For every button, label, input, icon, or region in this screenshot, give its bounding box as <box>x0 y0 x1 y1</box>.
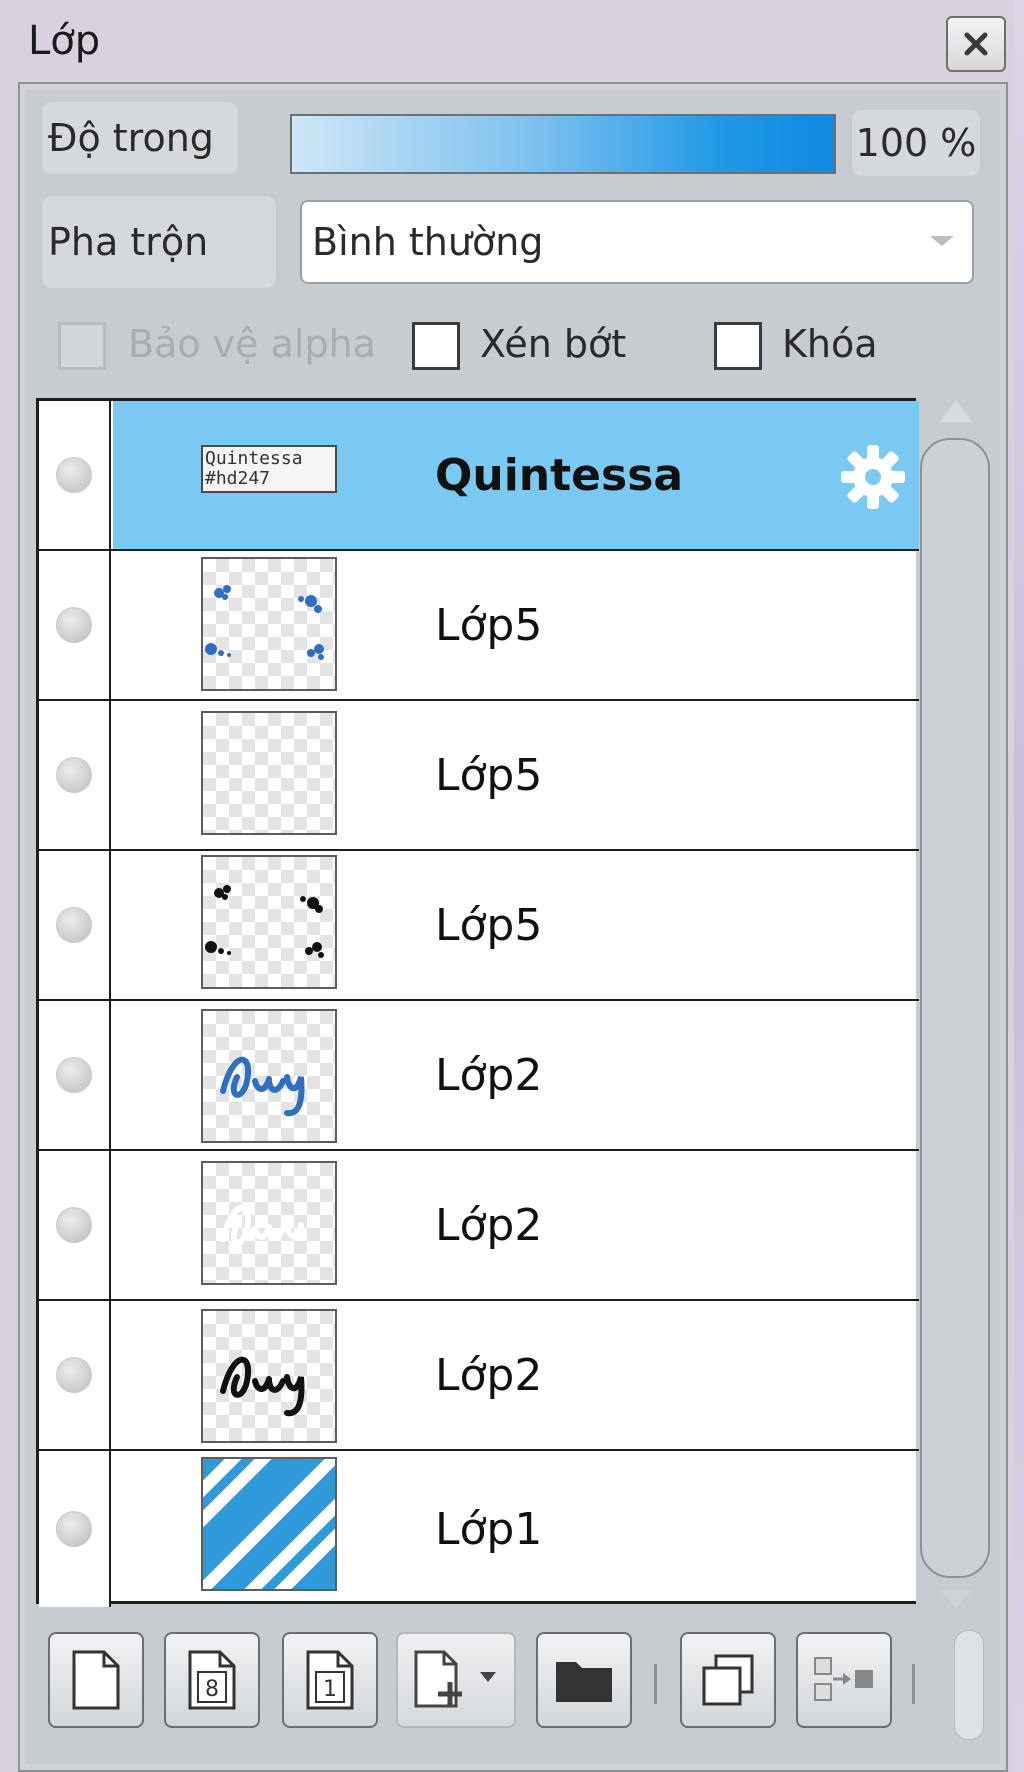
layer-window: Lớp Độ trong 100 % Pha trộn Bình thường … <box>0 0 1014 1772</box>
layer-name: Lớp1 <box>435 1503 543 1555</box>
new-1bit-layer-button[interactable]: 1 <box>282 1632 378 1728</box>
blend-label: Pha trộn <box>42 196 276 288</box>
visibility-dot-icon <box>56 457 92 493</box>
badge-1-text: 1 <box>323 1677 337 1702</box>
toolbar-separator <box>912 1664 915 1704</box>
blend-mode-value: Bình thường <box>312 220 544 264</box>
lock-label: Khóa <box>782 322 878 366</box>
merge-layer-button[interactable] <box>796 1632 892 1728</box>
layer-row[interactable]: Lớp5 <box>39 551 919 701</box>
window-title: Lớp <box>28 18 101 64</box>
layer-name: Lớp5 <box>435 899 543 951</box>
visibility-dot-icon <box>56 1057 92 1093</box>
scroll-up-arrow[interactable] <box>940 400 972 422</box>
alpha-protect-label: Bảo vệ alpha <box>128 322 376 366</box>
opacity-slider[interactable] <box>290 114 836 174</box>
close-button[interactable] <box>946 16 1006 72</box>
folder-icon <box>556 1662 612 1702</box>
scrollbar-thumb[interactable] <box>920 438 990 1578</box>
opacity-label: Độ trong <box>42 102 238 174</box>
new-layer-button[interactable] <box>48 1632 144 1728</box>
scroll-down-arrow[interactable] <box>940 1590 972 1608</box>
layer-thumbnail: Quintessa #hd247 <box>201 445 337 493</box>
clipping-checkbox[interactable] <box>412 322 460 370</box>
layer-thumbnail <box>201 711 337 835</box>
new-1bit-layer-icon: 1 <box>306 1650 354 1710</box>
visibility-toggle[interactable] <box>39 851 111 999</box>
visibility-dot-icon <box>56 1511 92 1547</box>
layer-thumbnail <box>201 1161 337 1285</box>
visibility-toggle[interactable] <box>39 1151 111 1299</box>
white-script-image <box>220 1204 304 1246</box>
visibility-toggle[interactable] <box>39 551 111 699</box>
badge-8-text: 8 <box>205 1677 219 1702</box>
toolbar-separator <box>654 1664 657 1704</box>
layer-row[interactable]: Lớp5 <box>39 851 919 1001</box>
visibility-toggle[interactable] <box>39 401 111 549</box>
visibility-dot-icon <box>56 1357 92 1393</box>
new-8bit-layer-icon: 8 <box>188 1650 236 1710</box>
visibility-toggle[interactable] <box>39 1001 111 1149</box>
visibility-toggle[interactable] <box>39 1451 111 1607</box>
toolbar-scroll-handle[interactable] <box>954 1630 984 1740</box>
layer-thumbnail <box>201 1457 337 1591</box>
new-layer-icon <box>72 1650 120 1710</box>
new-folder-button[interactable] <box>536 1632 632 1728</box>
opacity-value[interactable]: 100 % <box>852 110 980 176</box>
layer-name: Lớp2 <box>435 1199 543 1251</box>
merge-layer-icon <box>814 1657 873 1701</box>
layer-row[interactable]: Lớp2 <box>39 1301 919 1451</box>
layer-thumbnail <box>201 1009 337 1143</box>
layer-row[interactable]: Lớp5 <box>39 701 919 851</box>
duplicate-layer-icon <box>702 1654 754 1706</box>
layer-thumbnail <box>201 1309 337 1443</box>
blend-mode-select[interactable]: Bình thường <box>300 200 974 284</box>
layer-list: Quintessa #hd247 Quintessa Lớp5 Lớp5 Lớp… <box>36 398 919 1607</box>
new-8bit-layer-button[interactable]: 8 <box>164 1632 260 1728</box>
layer-name: Quintessa <box>435 449 684 501</box>
visibility-toggle[interactable] <box>39 1301 111 1449</box>
visibility-dot-icon <box>56 907 92 943</box>
lock-checkbox[interactable] <box>714 322 762 370</box>
layer-row[interactable]: Lớp2 <box>39 1151 919 1301</box>
layer-name: Lớp2 <box>435 1349 543 1401</box>
thumb-text-line-1: Quintessa <box>205 448 303 469</box>
layer-name: Lớp5 <box>435 599 543 651</box>
clipping-label: Xén bớt <box>480 322 627 366</box>
layer-row[interactable]: Lớp2 <box>39 1001 919 1151</box>
add-layer-dropdown-button[interactable] <box>396 1632 516 1728</box>
chevron-down-icon <box>930 236 954 246</box>
alpha-protect-checkbox[interactable] <box>58 322 106 370</box>
layer-thumbnail <box>201 557 337 691</box>
thumb-text-line-2: #hd247 <box>205 468 271 489</box>
black-dots-image <box>205 885 324 958</box>
layer-thumbnail <box>201 855 337 989</box>
duplicate-layer-button[interactable] <box>680 1632 776 1728</box>
blue-stripes-image <box>203 1459 335 1589</box>
visibility-toggle[interactable] <box>39 701 111 849</box>
visibility-dot-icon <box>56 607 92 643</box>
blue-dots-image <box>205 585 324 660</box>
visibility-dot-icon <box>56 757 92 793</box>
layer-row[interactable]: Quintessa #hd247 Quintessa <box>39 401 919 551</box>
layer-row[interactable]: Lớp1 <box>39 1451 919 1607</box>
add-layer-dropdown-icon <box>414 1650 496 1708</box>
close-icon <box>964 32 988 56</box>
layer-name: Lớp2 <box>435 1049 543 1101</box>
layer-name: Lớp5 <box>435 749 543 801</box>
black-script-image <box>220 1356 305 1417</box>
visibility-dot-icon <box>56 1207 92 1243</box>
gear-icon[interactable] <box>839 443 907 511</box>
blue-script-image <box>220 1056 305 1117</box>
